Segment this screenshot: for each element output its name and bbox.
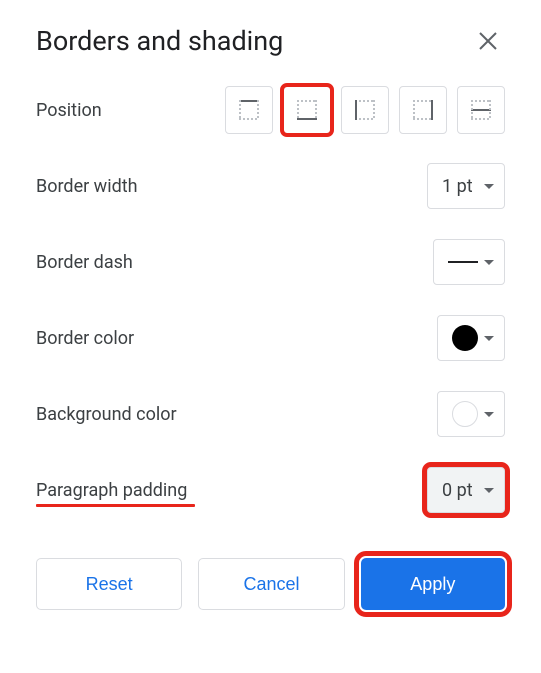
position-left-button[interactable] <box>341 86 389 134</box>
paragraph-padding-row: Paragraph padding 0 pt <box>36 466 505 514</box>
reset-button[interactable]: Reset <box>36 558 182 610</box>
background-color-select[interactable]: #ffffff <box>437 391 505 437</box>
border-left-icon <box>353 98 377 122</box>
border-dash-row: Border dash solid <box>36 238 505 286</box>
color-swatch-black <box>452 325 478 351</box>
dialog-title: Borders and shading <box>36 25 283 57</box>
background-color-row: Background color #ffffff <box>36 390 505 438</box>
close-button[interactable] <box>471 24 505 58</box>
paragraph-padding-label-wrap: Paragraph padding <box>36 480 187 501</box>
border-between-icon <box>469 98 493 122</box>
paragraph-padding-select[interactable]: 0 pt <box>427 467 505 513</box>
border-right-icon <box>411 98 435 122</box>
position-row: Position <box>36 86 505 134</box>
chevron-down-icon <box>484 412 494 417</box>
cancel-button[interactable]: Cancel <box>198 558 344 610</box>
chevron-down-icon <box>484 336 494 341</box>
position-top-button[interactable] <box>225 86 273 134</box>
dialog-footer: Reset Cancel Apply <box>36 558 505 610</box>
border-top-icon <box>237 98 261 122</box>
close-icon <box>479 32 497 50</box>
dash-solid-icon <box>448 261 478 263</box>
chevron-down-icon <box>484 260 494 265</box>
border-width-value: 1 pt <box>442 176 473 197</box>
paragraph-padding-value: 0 pt <box>442 480 473 501</box>
position-options <box>225 86 505 134</box>
border-color-select[interactable]: #000000 <box>437 315 505 361</box>
apply-button[interactable]: Apply <box>361 558 505 610</box>
border-dash-select[interactable]: solid <box>433 239 505 285</box>
border-width-label: Border width <box>36 176 138 197</box>
background-color-label: Background color <box>36 404 177 425</box>
color-swatch-white <box>452 401 478 427</box>
dialog-header: Borders and shading <box>36 24 505 58</box>
border-dash-label: Border dash <box>36 252 133 273</box>
chevron-down-icon <box>484 488 494 493</box>
position-bottom-button[interactable] <box>283 86 331 134</box>
border-width-row: Border width 1 pt <box>36 162 505 210</box>
borders-shading-dialog: Borders and shading Position <box>0 0 541 646</box>
position-right-button[interactable] <box>399 86 447 134</box>
border-color-label: Border color <box>36 328 134 349</box>
position-label: Position <box>36 100 102 121</box>
border-width-select[interactable]: 1 pt <box>427 163 505 209</box>
position-between-button[interactable] <box>457 86 505 134</box>
border-bottom-icon <box>295 98 319 122</box>
chevron-down-icon <box>484 184 494 189</box>
annotation-underline <box>36 504 195 507</box>
border-color-row: Border color #000000 <box>36 314 505 362</box>
paragraph-padding-label: Paragraph padding <box>36 480 187 501</box>
